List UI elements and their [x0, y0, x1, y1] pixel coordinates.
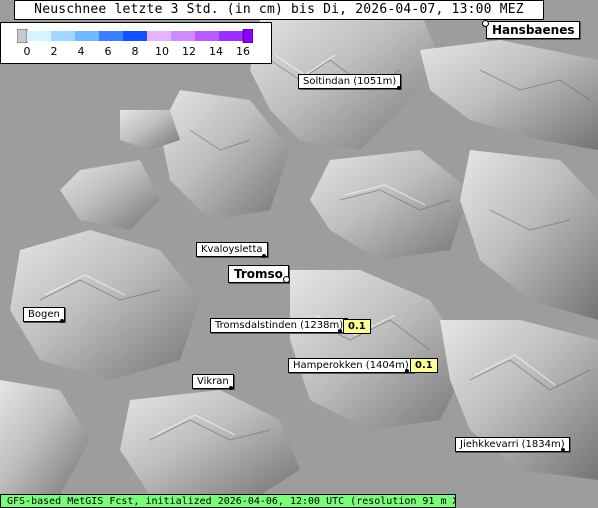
legend-tick-label: 14 [209, 45, 223, 58]
place-label-bogen: Bogen [23, 307, 65, 322]
place-label-vikran: Vikran [192, 374, 234, 389]
legend-swatch-high [242, 29, 253, 43]
legend-tick-label: 12 [182, 45, 196, 58]
place-marker-kvaloysletta [262, 254, 266, 258]
map-title: Neuschnee letzte 3 Std. (in cm) bis Di, … [14, 0, 544, 20]
place-marker-hansbaenes [482, 20, 489, 27]
place-label-hansbaenes: Hansbaenes [486, 21, 581, 39]
place-label-tromso: Tromso [228, 265, 289, 283]
place-marker-jiehkkevarri [561, 448, 565, 452]
legend-swatch [195, 31, 219, 41]
place-label-hamperokken: Hamperokken (1404m) [288, 358, 414, 373]
place-marker-soltindan [397, 86, 401, 90]
legend-ticks: 0 2 4 6 8 10 12 14 16 [1, 45, 271, 59]
place-label-kvaloysletta: Kvaloysletta [196, 242, 268, 257]
legend-swatch [171, 31, 195, 41]
legend-swatch [123, 31, 147, 41]
legend-tick-label: 6 [104, 45, 112, 58]
legend-swatch-low [17, 29, 28, 43]
legend-swatch [147, 31, 171, 41]
snow-value-tromsdalstinden: 0.1 [343, 319, 371, 334]
place-marker-tromso [283, 276, 290, 283]
legend-swatch [75, 31, 99, 41]
legend-swatch [99, 31, 123, 41]
place-marker-bogen [60, 319, 64, 323]
place-marker-hamperokken [405, 369, 409, 373]
place-label-tromsdalstinden: Tromsdalstinden (1238m) [210, 318, 349, 333]
legend-tick-label: 10 [155, 45, 169, 58]
legend-tick-label: 2 [50, 45, 58, 58]
place-marker-vikran [229, 386, 233, 390]
place-label-jiehkkevarri: Jiehkkevarri (1834m) [455, 437, 570, 452]
legend-swatch [27, 31, 51, 41]
legend-tick-label: 8 [131, 45, 139, 58]
legend-colorbar [17, 29, 253, 43]
snow-legend: 0 2 4 6 8 10 12 14 16 [0, 22, 272, 64]
legend-swatch [219, 31, 243, 41]
place-marker-tromsdalstinden [338, 329, 342, 333]
legend-tick-label: 4 [77, 45, 85, 58]
place-label-soltindan: Soltindan (1051m) [298, 74, 402, 89]
legend-swatch [51, 31, 75, 41]
snow-value-hamperokken: 0.1 [410, 358, 438, 373]
model-info-footer: GFS-based MetGIS Fcst, initialized 2026-… [0, 494, 456, 508]
legend-tick-label: 0 [23, 45, 31, 58]
legend-tick-label: 16 [236, 45, 250, 58]
